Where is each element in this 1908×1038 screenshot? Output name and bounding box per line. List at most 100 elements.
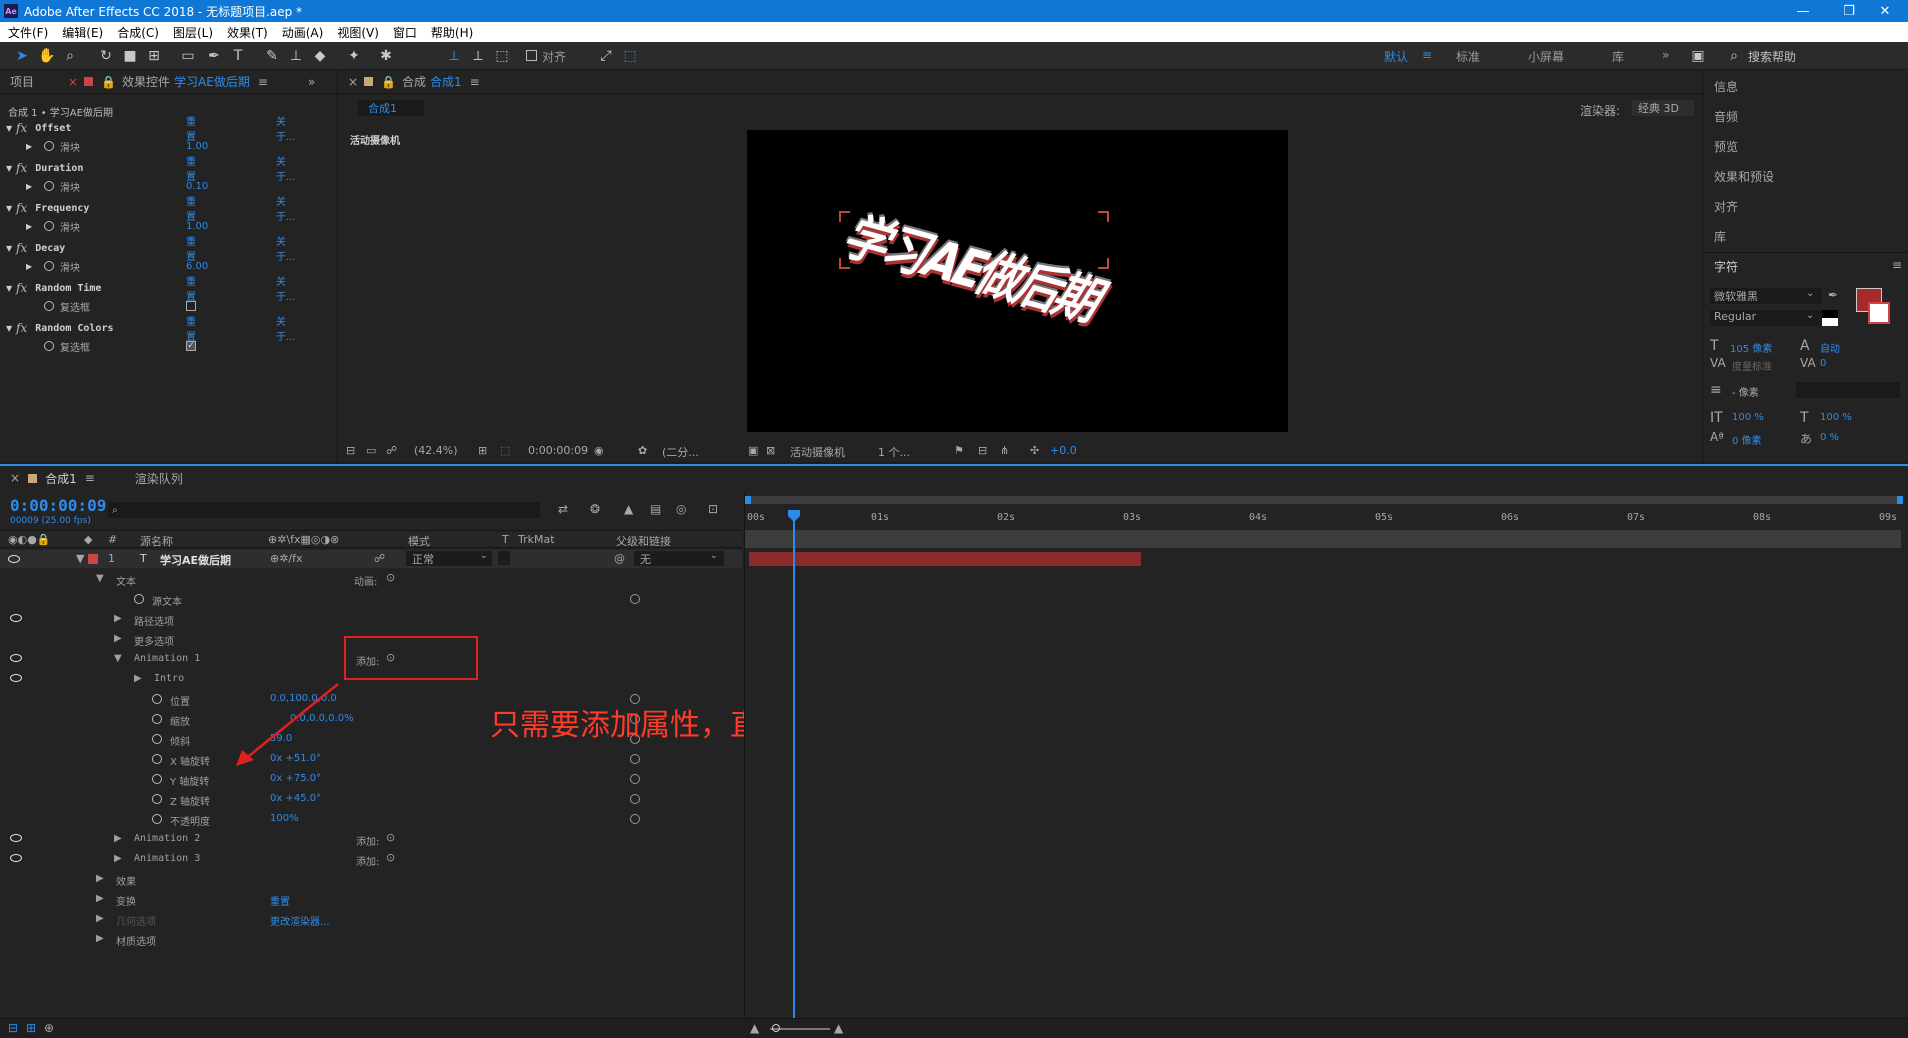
lock-icon[interactable]: 🔒 bbox=[381, 75, 396, 89]
close-tab-icon[interactable]: × bbox=[348, 75, 358, 89]
expand-panels-icon[interactable]: » bbox=[308, 75, 315, 89]
view-axis-icon[interactable]: ⬚ bbox=[494, 48, 510, 64]
panel-menu-icon[interactable]: ≡ bbox=[85, 471, 95, 485]
tab-effects[interactable]: 效果控件 bbox=[122, 73, 170, 90]
monitor-icon[interactable]: ▭ bbox=[366, 444, 376, 457]
layer-switches-toggle-icon[interactable]: ⊟ bbox=[8, 1021, 18, 1035]
prop-geometry-options[interactable]: ▶ 几何选项 更改渲染器... bbox=[2, 910, 744, 930]
snap-checkbox[interactable] bbox=[526, 50, 537, 61]
hide-shy-icon[interactable]: ▲ bbox=[624, 502, 633, 516]
camera-view-dropdown[interactable]: 活动摄像机 bbox=[790, 444, 845, 460]
eraser-tool-icon[interactable]: ◆ bbox=[312, 48, 328, 64]
align-panel-tab[interactable]: 对齐 bbox=[1714, 198, 1738, 215]
pan-behind-tool-icon[interactable]: ⊞ bbox=[146, 48, 162, 64]
transparency-icon[interactable]: ⊠ bbox=[766, 444, 775, 457]
minimize-button[interactable]: — bbox=[1780, 0, 1826, 22]
time-graph[interactable]: 00s 01s 02s 03s 04s 05s 06s 07s 08s 09s bbox=[744, 492, 1908, 1032]
rectangle-tool-icon[interactable]: ▭ bbox=[180, 48, 196, 64]
reset-button[interactable]: 重置 bbox=[186, 193, 196, 223]
panel-menu-icon[interactable]: ≡ bbox=[1892, 258, 1902, 272]
comp-tab-name[interactable]: 合成1 bbox=[430, 73, 462, 90]
frame-blending-icon[interactable]: ▤ bbox=[650, 502, 661, 516]
effects-presets-tab[interactable]: 效果和预设 bbox=[1714, 168, 1774, 185]
leading-value[interactable]: 自动 bbox=[1820, 340, 1840, 355]
comp-subtab[interactable]: 合成1 bbox=[358, 100, 424, 116]
workspace-standard[interactable]: 标准 bbox=[1456, 48, 1480, 65]
random-time-checkbox[interactable] bbox=[186, 301, 196, 311]
random-colors-checkbox[interactable]: ✓ bbox=[186, 341, 196, 351]
local-axis-icon[interactable]: ⟂ bbox=[446, 48, 462, 64]
effect-frequency[interactable]: ▼ fx Frequency 重置 关于... bbox=[0, 197, 296, 223]
clone-stamp-tool-icon[interactable]: ⊥ bbox=[288, 48, 304, 64]
eyedropper-icon[interactable]: ✒ bbox=[1828, 288, 1838, 302]
about-button[interactable]: 关于... bbox=[276, 273, 296, 303]
current-time-display[interactable]: 0:00:00:09 bbox=[528, 444, 588, 457]
layer-switches-icon[interactable]: ⊕✲/fx bbox=[270, 552, 303, 565]
camera-tool-icon[interactable]: ■ bbox=[122, 48, 138, 64]
trkmat-dropdown[interactable] bbox=[498, 551, 510, 565]
region-icon[interactable]: ⬚ bbox=[500, 444, 510, 457]
work-area-start-handle[interactable] bbox=[745, 496, 751, 504]
motion-blur-switch-icon[interactable]: ☍ bbox=[374, 552, 385, 565]
mask-icon[interactable]: ☍ bbox=[386, 444, 397, 457]
close-tab-icon[interactable]: × bbox=[68, 75, 78, 89]
reset-button[interactable]: 重置 bbox=[186, 273, 196, 303]
view-layout-dropdown[interactable]: 1 个... bbox=[878, 444, 910, 460]
close-button[interactable]: ✕ bbox=[1862, 0, 1908, 22]
prop-animation-3[interactable]: ▶ Animation 3 添加: ⊙ bbox=[2, 850, 744, 870]
menu-composition[interactable]: 合成(C) bbox=[117, 24, 159, 41]
time-ruler[interactable]: 00s 01s 02s 03s 04s 05s 06s 07s 08s 09s bbox=[745, 510, 1908, 528]
rotate-tool-icon[interactable]: ↻ bbox=[98, 48, 114, 64]
menu-effect[interactable]: 效果(T) bbox=[227, 24, 268, 41]
zoom-dropdown[interactable]: (42.4%) bbox=[414, 444, 458, 457]
font-size-value[interactable]: 105 像素 bbox=[1730, 340, 1772, 355]
default-colors-icon[interactable] bbox=[1822, 310, 1838, 326]
menu-edit[interactable]: 编辑(E) bbox=[62, 24, 103, 41]
horizontal-scale-value[interactable]: 100 % bbox=[1820, 412, 1852, 423]
tsume-value[interactable]: 0 % bbox=[1820, 432, 1839, 443]
workspace-more-icon[interactable]: » bbox=[1662, 48, 1669, 62]
stroke-color-swatch[interactable] bbox=[1868, 302, 1890, 324]
render-queue-tab[interactable]: 渲染队列 bbox=[135, 470, 183, 487]
about-button[interactable]: 关于... bbox=[276, 193, 296, 223]
prop-z-rotation[interactable]: Z 轴旋转 0x +45.0° bbox=[2, 790, 744, 810]
effect-duration[interactable]: ▼ fx Duration 重置 关于... bbox=[0, 157, 296, 183]
preview-panel-tab[interactable]: 预览 bbox=[1714, 138, 1738, 155]
prop-animation-2[interactable]: ▶ Animation 2 添加: ⊙ bbox=[2, 830, 744, 850]
prop-x-rotation[interactable]: X 轴旋转 0x +51.0° bbox=[2, 750, 744, 770]
menu-file[interactable]: 文件(F) bbox=[8, 24, 48, 41]
preview-options-icon[interactable]: ⊟ bbox=[346, 444, 355, 457]
kerning-value[interactable]: 度量标准 bbox=[1732, 358, 1772, 373]
workspace-default[interactable]: 默认 bbox=[1384, 48, 1408, 65]
snap-guides-icon[interactable]: ⬚ bbox=[622, 48, 638, 64]
snapshot-icon[interactable]: ◉ bbox=[594, 444, 604, 457]
visibility-eye-icon[interactable] bbox=[8, 555, 20, 563]
panel-menu-icon[interactable]: ≡ bbox=[258, 75, 268, 89]
panel-menu-icon[interactable]: ≡ bbox=[470, 75, 480, 89]
current-time-indicator[interactable] bbox=[793, 510, 795, 1030]
param-value[interactable]: 1.00 bbox=[186, 141, 208, 152]
workspace-libraries[interactable]: 库 bbox=[1612, 48, 1624, 65]
draft-3d-icon[interactable]: ❂ bbox=[590, 502, 600, 516]
roi-icon[interactable]: ▣ bbox=[748, 444, 758, 457]
layer-name[interactable]: 学习AE做后期 bbox=[160, 552, 231, 568]
tracking-value[interactable]: 0 bbox=[1820, 358, 1826, 369]
brush-tool-icon[interactable]: ✎ bbox=[264, 48, 280, 64]
prop-path-options[interactable]: ▶ 路径选项 bbox=[2, 610, 744, 630]
libraries-panel-tab[interactable]: 库 bbox=[1714, 228, 1726, 245]
modes-toggle-icon[interactable]: ⊞ bbox=[26, 1021, 36, 1035]
timeline-tab[interactable]: 合成1 bbox=[45, 470, 77, 487]
param-value[interactable]: 1.00 bbox=[186, 221, 208, 232]
expand-chevron-icon[interactable]: ▼ bbox=[76, 552, 84, 565]
menu-view[interactable]: 视图(V) bbox=[337, 24, 379, 41]
hand-tool-icon[interactable]: ✋ bbox=[38, 48, 55, 64]
type-tool-icon[interactable]: T bbox=[230, 48, 246, 64]
puppet-tool-icon[interactable]: ✱ bbox=[378, 48, 394, 64]
zoom-in-icon[interactable]: ▲ bbox=[834, 1021, 843, 1035]
about-button[interactable]: 关于... bbox=[276, 233, 296, 263]
pickwhip-icon[interactable]: @ bbox=[614, 552, 625, 565]
workspace-menu-icon[interactable]: ≡ bbox=[1422, 48, 1432, 62]
lock-icon[interactable]: 🔒 bbox=[101, 75, 116, 89]
motion-blur-icon[interactable]: ◎ bbox=[676, 502, 686, 516]
work-area-end-handle[interactable] bbox=[1897, 496, 1903, 504]
